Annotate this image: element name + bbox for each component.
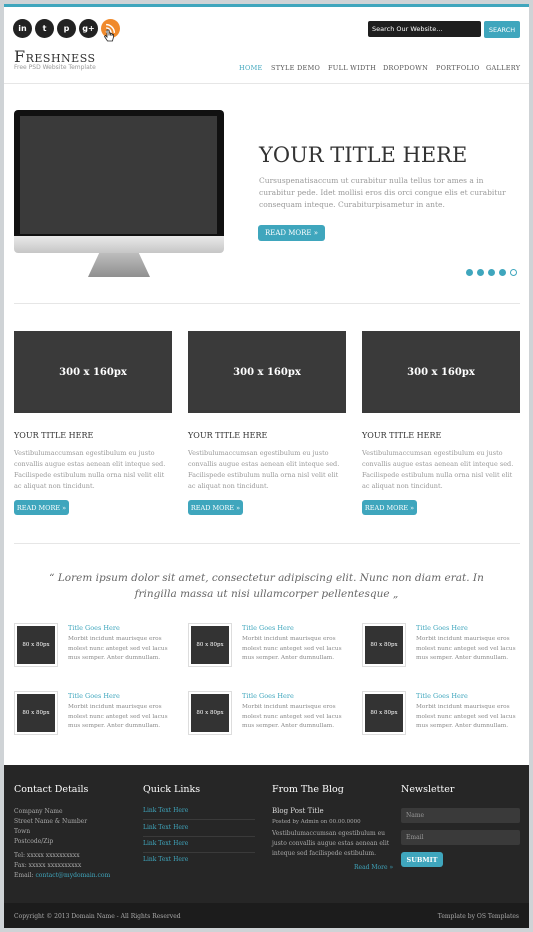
slider-dot-4[interactable] bbox=[499, 269, 506, 276]
header-divider bbox=[4, 83, 529, 84]
slider-dot-1[interactable] bbox=[466, 269, 473, 276]
nav-full-width[interactable]: FULL WIDTH bbox=[328, 64, 376, 72]
blog-read-more-link[interactable]: Read More » bbox=[354, 864, 393, 871]
slider-dot-2[interactable] bbox=[477, 269, 484, 276]
quick-link-4[interactable]: Link Text Here bbox=[143, 856, 188, 863]
column-1-read-more-button[interactable]: READ MORE » bbox=[14, 500, 69, 515]
contact-street: Street Name & Number bbox=[14, 818, 88, 825]
mini-post-1-text: Morbit incidunt maurisque eros molest nu… bbox=[68, 636, 168, 661]
column-3-image: 300 x 160px bbox=[362, 331, 520, 413]
footer-newsletter-heading: Newsletter bbox=[401, 784, 455, 795]
search-button[interactable]: SEARCH bbox=[484, 21, 520, 38]
monitor-screen bbox=[20, 116, 217, 234]
column-3-read-more-button[interactable]: READ MORE » bbox=[362, 500, 417, 515]
column-2-read-more-button[interactable]: READ MORE » bbox=[188, 500, 243, 515]
monitor-bezel bbox=[14, 236, 224, 253]
copyright-text: Copyright © 2013 Domain Name - All Right… bbox=[14, 913, 181, 920]
page: in t p g+ Search Our Website... SEARCH F… bbox=[4, 4, 529, 928]
template-credit[interactable]: Template by OS Templates bbox=[438, 913, 519, 920]
mini-post-5-image: 80 x 80px bbox=[191, 694, 229, 732]
mini-post-2-text: Morbit incidunt maurisque eros molest nu… bbox=[242, 636, 342, 661]
column-2-text: Vestibulumaccumsan egestibulum eu justo … bbox=[188, 449, 340, 490]
mini-post-5-title[interactable]: Title Goes Here bbox=[242, 692, 294, 700]
nav-home[interactable]: HOME bbox=[239, 64, 263, 72]
section-divider-2 bbox=[14, 543, 520, 544]
mini-post-1-image: 80 x 80px bbox=[17, 626, 55, 664]
mini-post-2-image: 80 x 80px bbox=[191, 626, 229, 664]
site-tagline: Free PSD Website Template bbox=[14, 64, 96, 71]
quick-link-divider bbox=[143, 836, 255, 837]
contact-tel: Tel: xxxxx xxxxxxxxxx bbox=[14, 852, 80, 859]
hero-read-more-button[interactable]: READ MORE » bbox=[258, 225, 325, 241]
hero-title: YOUR TITLE HERE bbox=[259, 143, 468, 167]
slider-dot-5[interactable] bbox=[510, 269, 517, 276]
contact-email-label: Email: bbox=[14, 872, 34, 879]
cursor-hand-icon bbox=[103, 29, 114, 42]
newsletter-name-input[interactable]: Name bbox=[401, 808, 520, 823]
contact-email-row: Email: contact@mydomain.com bbox=[14, 871, 110, 881]
quick-link-1[interactable]: Link Text Here bbox=[143, 807, 188, 814]
mini-post-4-title[interactable]: Title Goes Here bbox=[68, 692, 120, 700]
google-plus-icon[interactable]: g+ bbox=[79, 19, 98, 38]
quick-link-divider bbox=[143, 819, 255, 820]
section-divider bbox=[14, 303, 520, 304]
search-input[interactable]: Search Our Website... bbox=[368, 21, 481, 37]
blog-post-meta: Posted by Admin on 00.00.0000 bbox=[272, 819, 361, 825]
mini-post-2-title[interactable]: Title Goes Here bbox=[242, 624, 294, 632]
column-1-title: YOUR TITLE HERE bbox=[14, 431, 94, 440]
quick-link-3[interactable]: Link Text Here bbox=[143, 840, 188, 847]
quick-link-2[interactable]: Link Text Here bbox=[143, 824, 188, 831]
mini-post-5-text: Morbit incidunt maurisque eros molest nu… bbox=[242, 704, 342, 729]
quick-link-divider bbox=[143, 852, 255, 853]
blog-post-excerpt: Vestibulumaccumsan egestibulum eu justo … bbox=[272, 830, 390, 857]
slider-dot-3[interactable] bbox=[488, 269, 495, 276]
newsletter-submit-button[interactable]: SUBMIT bbox=[401, 852, 443, 867]
contact-postcode: Postcode/Zip bbox=[14, 838, 54, 845]
footer-links-heading: Quick Links bbox=[143, 784, 201, 795]
mini-post-6-text: Morbit incidunt maurisque eros molest nu… bbox=[416, 704, 516, 729]
footer-blog-heading: From The Blog bbox=[272, 784, 344, 795]
nav-style-demo[interactable]: STYLE DEMO bbox=[271, 64, 320, 72]
column-1-text: Vestibulumaccumsan egestibulum eu justo … bbox=[14, 449, 166, 490]
mini-post-1-title[interactable]: Title Goes Here bbox=[68, 624, 120, 632]
footer-contact-heading: Contact Details bbox=[14, 784, 89, 795]
mini-post-6-image: 80 x 80px bbox=[365, 694, 403, 732]
nav-gallery[interactable]: GALLERY bbox=[486, 64, 520, 72]
contact-email-link[interactable]: contact@mydomain.com bbox=[35, 872, 110, 879]
monitor-stand bbox=[88, 253, 150, 277]
nav-dropdown[interactable]: DROPDOWN bbox=[383, 64, 428, 72]
column-1-image: 300 x 160px bbox=[14, 331, 172, 413]
mini-post-3-title[interactable]: Title Goes Here bbox=[416, 624, 468, 632]
mini-post-3-image: 80 x 80px bbox=[365, 626, 403, 664]
mini-post-4-image: 80 x 80px bbox=[17, 694, 55, 732]
testimonial-quote: “ Lorem ipsum dolor sit amet, consectetu… bbox=[49, 572, 484, 600]
newsletter-email-input[interactable]: Email bbox=[401, 830, 520, 845]
column-3-text: Vestibulumaccumsan egestibulum eu justo … bbox=[362, 449, 514, 490]
blog-post-title[interactable]: Blog Post Title bbox=[272, 807, 324, 815]
contact-company: Company Name bbox=[14, 808, 63, 815]
column-3-title: YOUR TITLE HERE bbox=[362, 431, 442, 440]
column-2-title: YOUR TITLE HERE bbox=[188, 431, 268, 440]
contact-town: Town bbox=[14, 828, 31, 835]
pinterest-icon[interactable]: p bbox=[57, 19, 76, 38]
column-2-image: 300 x 160px bbox=[188, 331, 346, 413]
linkedin-icon[interactable]: in bbox=[13, 19, 32, 38]
mini-post-6-title[interactable]: Title Goes Here bbox=[416, 692, 468, 700]
contact-fax: Fax: xxxxx xxxxxxxxxx bbox=[14, 862, 82, 869]
mini-post-4-text: Morbit incidunt maurisque eros molest nu… bbox=[68, 704, 168, 729]
mini-post-3-text: Morbit incidunt maurisque eros molest nu… bbox=[416, 636, 516, 661]
nav-portfolio[interactable]: PORTFOLIO bbox=[436, 64, 480, 72]
twitter-icon[interactable]: t bbox=[35, 19, 54, 38]
hero-text: Cursuspenatisaccum ut curabitur nulla te… bbox=[259, 176, 506, 209]
